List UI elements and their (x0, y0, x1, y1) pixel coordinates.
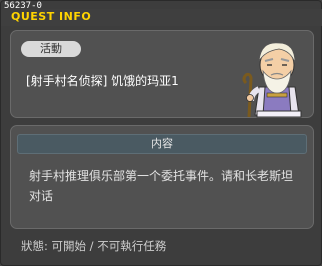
quest-summary-panel: 活動 [射手村名侦探] 饥饿的玛亚1 (10, 30, 314, 118)
quest-name: [射手村名侦探] 饥饿的玛亚1 (26, 74, 179, 88)
npc-portrait (242, 42, 302, 118)
quest-details-panel: 内容 射手村推理俱乐部第一个委托事件。请和长老斯坦对话 (10, 125, 314, 229)
category-badge: 活動 (21, 41, 81, 57)
quest-description: 射手村推理俱乐部第一个委托事件。请和长老斯坦对话 (29, 169, 294, 203)
quest-info-window: 56237-0 QUEST INFO 活動 [射手村名侦探] 饥饿的玛亚1 内容… (0, 0, 322, 266)
details-section-header: 内容 (17, 134, 307, 154)
quest-status-text: 狀態: 可開始 / 不可執行任務 (21, 239, 167, 253)
window-title: QUEST INFO (11, 10, 92, 23)
